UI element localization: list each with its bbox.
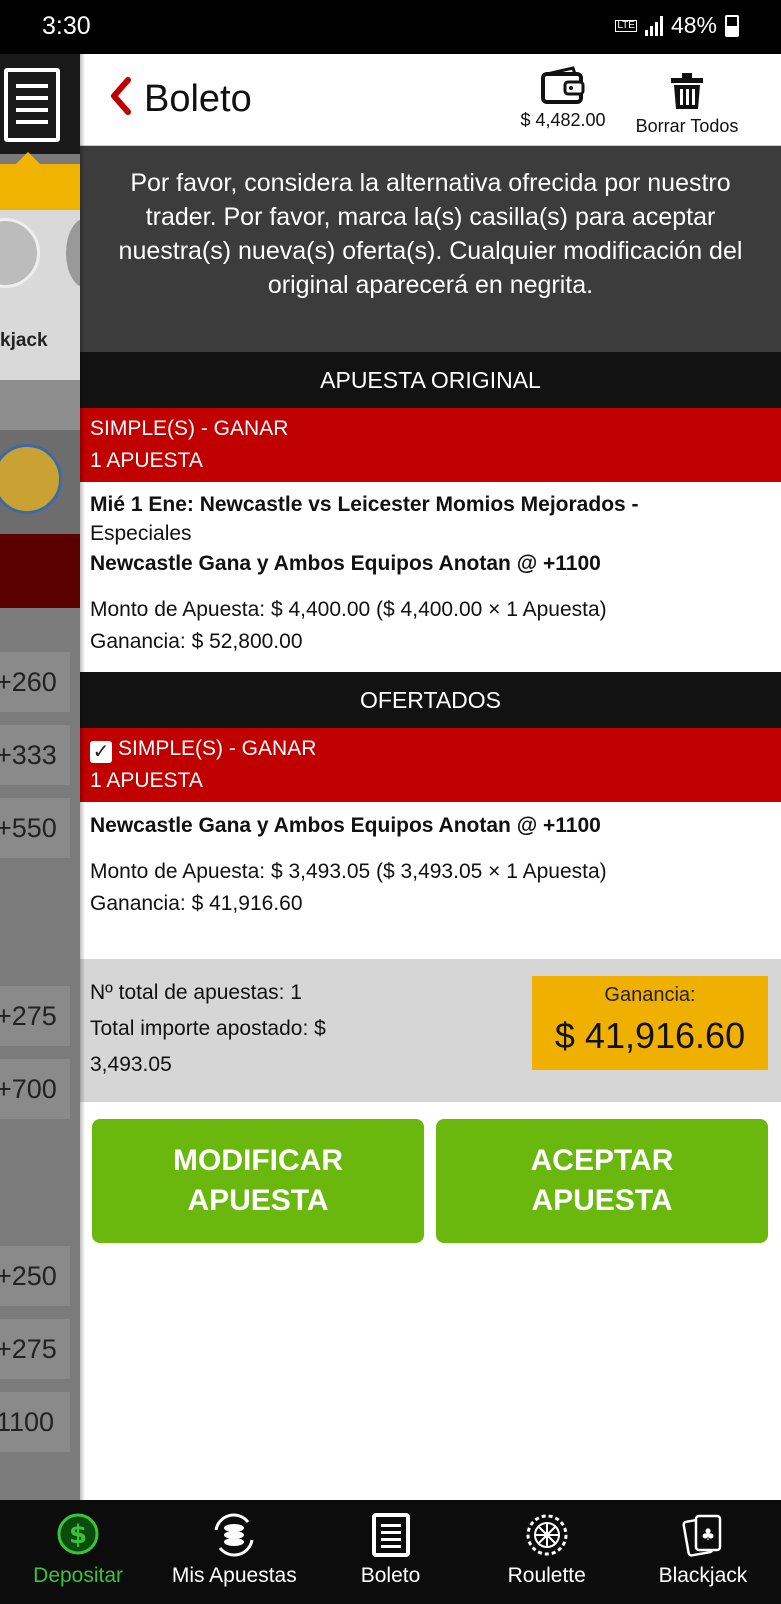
section-band: [0, 534, 80, 608]
button-label: APUESTA: [531, 1184, 673, 1217]
bottom-nav: $ Depositar Mis Apuestas Boleto Roulette…: [0, 1500, 781, 1604]
stake-text: Monto de Apuesta: $ 3,493.05 ($ 3,493.05…: [90, 860, 607, 883]
trash-icon: [671, 73, 703, 109]
section-title-original: APUESTA ORIGINAL: [80, 352, 781, 408]
divider: [0, 380, 80, 430]
odds-button[interactable]: +333: [0, 725, 70, 785]
roulette-icon: [526, 1514, 568, 1556]
odds-button[interactable]: +275: [0, 1319, 70, 1379]
status-time: 3:30: [42, 12, 91, 40]
betslip-header: Boleto $ 4,482.00 Borrar Todos: [80, 54, 781, 146]
promo-banner[interactable]: [0, 430, 80, 534]
status-bar: 3:30 LTE 48%: [0, 0, 781, 54]
wallet-icon: [541, 66, 585, 104]
status-indicators: LTE 48%: [615, 12, 739, 39]
total-bets: Nº total de apuestas: 1: [90, 981, 302, 1004]
balance-amount: $ 4,482.00: [520, 110, 606, 130]
gain-value: $ 41,916.60: [554, 1015, 746, 1056]
gain-label: Ganancia:: [604, 984, 696, 1006]
total-staked-label: Total importe apostado: $: [90, 1017, 326, 1040]
stake-text: Monto de Apuesta: $ 4,400.00 ($ 4,400.00…: [90, 598, 607, 621]
event-name: Mié 1 Ene: Newcastle vs Leicester Momios…: [90, 493, 639, 516]
section-title-offered: OFERTADOS: [80, 672, 781, 728]
original-bet-details: Mié 1 Ene: Newcastle vs Leicester Momios…: [80, 490, 781, 658]
document-icon: [371, 1513, 410, 1557]
document-icon: [4, 68, 60, 142]
page-title: Boleto: [144, 78, 252, 120]
svg-text:$: $: [69, 1520, 87, 1550]
nav-betslip[interactable]: Boleto: [312, 1500, 468, 1604]
nav-roulette[interactable]: Roulette: [469, 1500, 625, 1604]
nav-deposit[interactable]: $ Depositar: [0, 1500, 156, 1604]
button-label: ACEPTAR: [530, 1144, 674, 1177]
gain-box: Ganancia: $ 41,916.60: [532, 976, 768, 1070]
offered-bet-details: Newcastle Gana y Ambos Equipos Anotan @ …: [80, 810, 781, 920]
balance-widget: $ 4,482.00: [498, 66, 628, 131]
payout-text: Ganancia: $ 41,916.60: [90, 892, 303, 915]
selection: Newcastle Gana y Ambos Equipos Anotan @ …: [90, 814, 601, 837]
battery-icon: [725, 14, 739, 37]
bet-summary: Nº total de apuestas: 1 Total importe ap…: [80, 959, 781, 1102]
background-app: kjack +260 +333 +550 +275 +700 +250 +275…: [0, 54, 80, 1500]
network-type: LTE: [615, 19, 637, 32]
bet-count: 1 APUESTA: [90, 769, 203, 792]
nav-label: Mis Apuestas: [171, 1564, 297, 1587]
signal-icon: [644, 15, 663, 36]
odds-button[interactable]: +250: [0, 1246, 70, 1306]
odds-button[interactable]: +275: [0, 986, 70, 1046]
summary-text: Nº total de apuestas: 1 Total importe ap…: [90, 975, 390, 1083]
games-row: kjack: [0, 210, 80, 380]
bet-type: SIMPLE(S) - GANAR: [90, 417, 289, 440]
odds-button[interactable]: +260: [0, 652, 70, 712]
nav-my-bets[interactable]: Mis Apuestas: [156, 1500, 312, 1604]
accept-bet-button[interactable]: ACEPTAR APUESTA: [436, 1119, 768, 1243]
odds-button[interactable]: +550: [0, 798, 70, 858]
selection: Newcastle Gana y Ambos Equipos Anotan @ …: [90, 552, 601, 575]
game-thumbnail[interactable]: [66, 218, 80, 288]
nav-label: Boleto: [360, 1564, 421, 1587]
modify-bet-button[interactable]: MODIFICAR APUESTA: [92, 1119, 424, 1243]
trader-notice: Por favor, considera la alternativa ofre…: [80, 146, 781, 352]
bet-count: 1 APUESTA: [90, 449, 203, 472]
market-name: Especiales: [90, 522, 192, 545]
back-chevron-icon[interactable]: [108, 76, 132, 116]
nav-label: Blackjack: [658, 1564, 748, 1587]
button-label: APUESTA: [187, 1184, 329, 1217]
betslip-tab[interactable]: [0, 54, 80, 154]
active-indicator: [0, 152, 80, 210]
battery-percent: 48%: [670, 12, 717, 38]
player-image: [0, 444, 62, 514]
odds-button[interactable]: 1100: [0, 1392, 70, 1452]
original-bet-header: SIMPLE(S) - GANAR 1 APUESTA: [80, 408, 781, 482]
accept-offer-checkbox[interactable]: ✓: [90, 741, 112, 763]
panel-shadow: [80, 54, 85, 1500]
nav-label: Depositar: [33, 1564, 124, 1587]
clear-all-label: Borrar Todos: [635, 116, 739, 136]
svg-text:♣: ♣: [701, 1525, 715, 1544]
bet-type: SIMPLE(S) - GANAR: [118, 737, 317, 760]
game-thumbnail[interactable]: [0, 218, 40, 288]
betslip-panel: Boleto $ 4,482.00 Borrar Todos Por favor…: [80, 54, 781, 1500]
nav-blackjack[interactable]: ♣ Blackjack: [625, 1500, 781, 1604]
clear-all-button[interactable]: Borrar Todos: [624, 72, 750, 137]
dollar-icon: $: [57, 1513, 99, 1555]
playing-cards-icon: ♣: [682, 1514, 722, 1557]
total-staked-value: 3,493.05: [90, 1053, 172, 1076]
payout-text: Ganancia: $ 52,800.00: [90, 630, 303, 653]
nav-label: Roulette: [507, 1564, 586, 1587]
button-label: MODIFICAR: [173, 1144, 343, 1177]
offered-bet-header: ✓ SIMPLE(S) - GANAR 1 APUESTA: [80, 728, 781, 802]
odds-button[interactable]: +700: [0, 1059, 70, 1119]
chips-refresh-icon: [214, 1513, 254, 1557]
game-label: kjack: [0, 330, 48, 351]
